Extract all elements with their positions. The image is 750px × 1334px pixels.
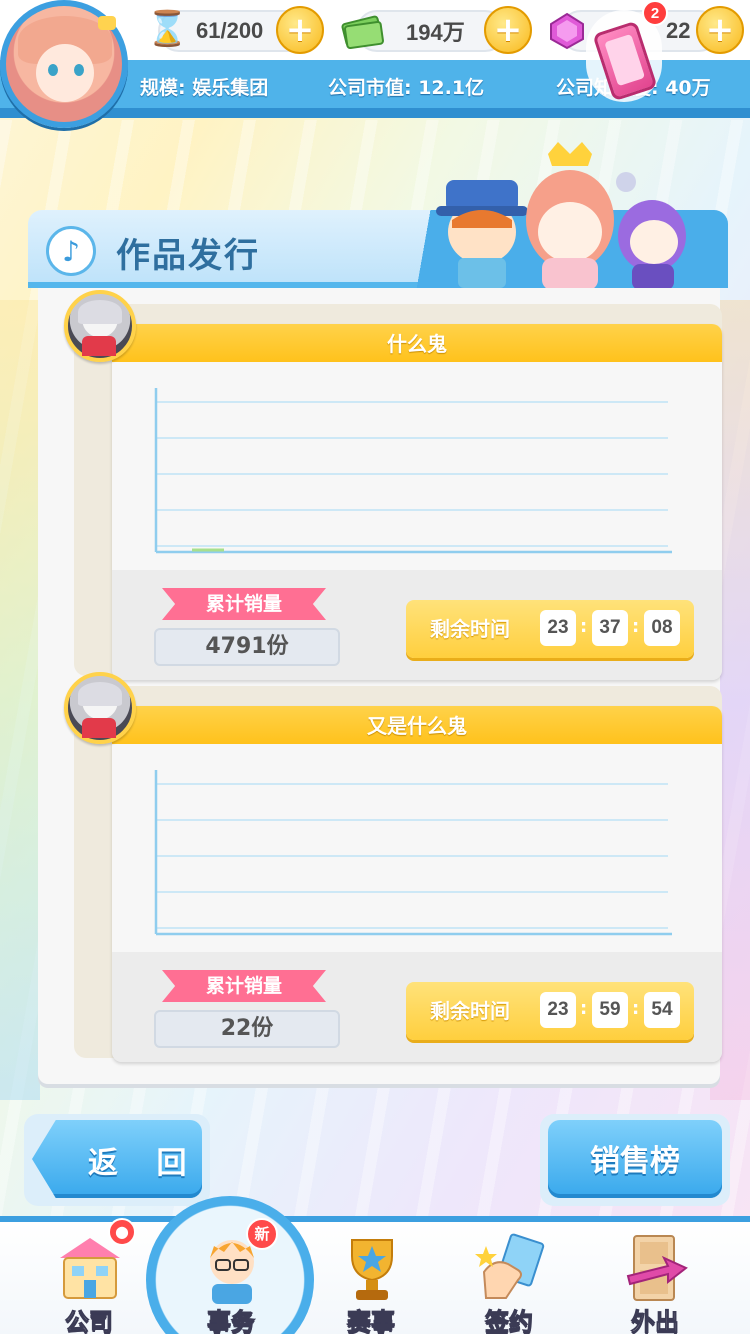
chart-gridlines (156, 783, 668, 929)
works-release-panel: 什么鬼 累计销量 4791份 剩余时间 23: 37: 08 又是什么鬼 累… (38, 288, 722, 1084)
work-title: 什么鬼 (112, 324, 722, 362)
contract-hand-icon (474, 1232, 546, 1304)
sales-ranking-label: 销售榜 (590, 1144, 680, 1179)
total-sales-ribbon: 累计销量 (162, 588, 326, 620)
add-gems-button[interactable]: + (696, 6, 744, 54)
back-button[interactable]: 返 回 (24, 1114, 210, 1206)
timer-colon: : (580, 998, 588, 1019)
mascot-characters-illustration (430, 140, 710, 290)
company-scale: 规模: 娱乐集团 (140, 76, 269, 99)
door-exit-icon (620, 1232, 692, 1304)
timer-colon: : (632, 616, 640, 637)
add-money-button[interactable]: + (484, 6, 532, 54)
work-card-content: 什么鬼 累计销量 4791份 剩余时间 23: 37: 08 (112, 324, 722, 680)
total-sales-value: 4791份 (154, 628, 340, 666)
avatar-hair-bow (98, 16, 116, 30)
gems-value: 22 (666, 18, 691, 43)
timer-hours: 23 (540, 992, 576, 1028)
nav-label: 事务 (207, 1308, 256, 1334)
music-note-icon: ♪ (46, 226, 96, 276)
work-card: 又是什么鬼 累计销量 22份 剩余时间 23: 59: 54 (64, 672, 722, 1062)
sales-chart (112, 744, 722, 952)
timer-colon: : (580, 616, 588, 637)
nav-item-events[interactable]: 赛事 (306, 1224, 436, 1334)
remaining-time-box: 剩余时间 23 : 37 : 08 (406, 600, 694, 658)
artist-portrait[interactable] (64, 290, 136, 362)
work-title: 又是什么鬼 (112, 706, 722, 744)
company-market-value: 公司市值: 12.1亿 (328, 76, 485, 99)
timer-hours: 23 (540, 610, 576, 646)
work-card-footer: 累计销量 4791份 剩余时间 23 : 37 : 08 (112, 570, 722, 680)
work-card-content: 又是什么鬼 累计销量 22份 剩余时间 23: 59: 54 (112, 706, 722, 1062)
artist-portrait[interactable] (64, 672, 136, 744)
new-badge: 新 (246, 1218, 278, 1250)
page-title: 作品发行 (116, 236, 260, 276)
notification-badge: 2 (642, 0, 668, 26)
avatar-face (36, 44, 94, 102)
phone-icon (592, 20, 658, 102)
energy-value: 61/200 (196, 18, 264, 43)
nav-label: 赛事 (347, 1308, 396, 1334)
sales-chart (112, 362, 722, 570)
timer-seconds: 08 (644, 610, 680, 646)
remaining-time-label: 剩余时间 (430, 999, 510, 1023)
back-button-label: 返 回 (88, 1146, 201, 1181)
total-sales-value: 22份 (154, 1010, 340, 1048)
nav-label: 外出 (631, 1308, 680, 1334)
background-left-stripe (0, 300, 40, 1100)
remaining-time-label: 剩余时间 (430, 617, 510, 641)
nav-item-company[interactable]: 公司 ● (24, 1218, 154, 1334)
work-card-footer: 累计销量 22份 剩余时间 23 : 59 : 54 (112, 952, 722, 1062)
money-value: 194万 (406, 20, 465, 45)
player-avatar[interactable] (0, 0, 128, 128)
remaining-time-box: 剩余时间 23 : 59 : 54 (406, 982, 694, 1040)
chart-gridlines (156, 401, 668, 547)
sales-ranking-button[interactable]: 销售榜 (540, 1114, 730, 1206)
nav-label: 签约 (485, 1308, 534, 1334)
trophy-icon (336, 1232, 408, 1304)
energy-hourglass-icon: ⌛ (146, 9, 189, 49)
avatar-eye-right (74, 64, 84, 76)
timer-seconds: 54 (644, 992, 680, 1028)
add-energy-button[interactable]: + (276, 6, 324, 54)
avatar-eye-left (48, 64, 58, 76)
nav-item-outing[interactable]: 外出 (590, 1224, 720, 1334)
money-bills-icon (340, 10, 386, 56)
total-sales-ribbon: 累计销量 (162, 970, 326, 1002)
work-card: 什么鬼 累计销量 4791份 剩余时间 23: 37: 08 (64, 290, 722, 680)
timer-minutes: 59 (592, 992, 628, 1028)
nav-item-contract[interactable]: 签约 (444, 1224, 574, 1334)
gem-icon (548, 12, 586, 56)
nav-label: 公司 (65, 1308, 114, 1334)
timer-minutes: 37 (592, 610, 628, 646)
person-alert-icon: ● (108, 1218, 136, 1246)
timer-colon: : (632, 998, 640, 1019)
